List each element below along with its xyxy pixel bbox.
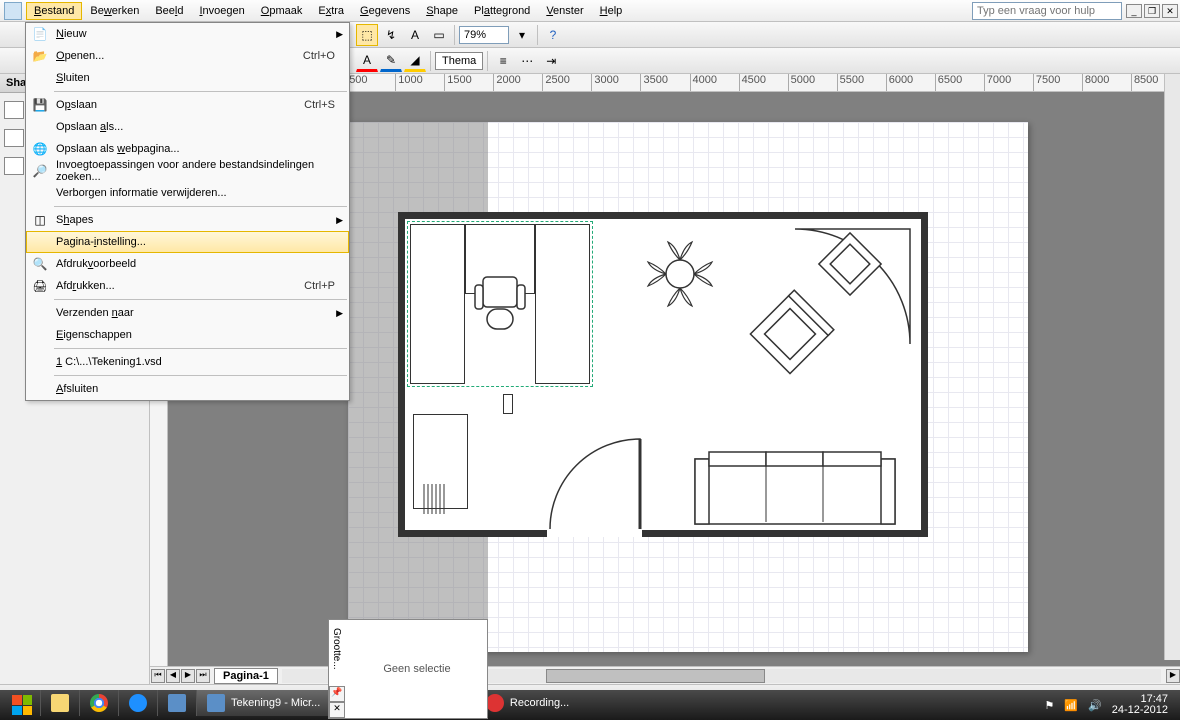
desk-right[interactable] bbox=[535, 224, 590, 384]
menu-item-afsluiten[interactable]: Afsluiten bbox=[26, 378, 349, 400]
room-outline[interactable] bbox=[398, 212, 928, 537]
door-shape[interactable] bbox=[545, 434, 645, 534]
font-color-button[interactable]: A bbox=[356, 50, 378, 72]
office-chair-shape[interactable] bbox=[473, 267, 527, 337]
fill-color-button[interactable]: ◢ bbox=[404, 50, 426, 72]
size-panel-pin-button[interactable]: 📌 bbox=[329, 686, 345, 702]
menu-plattegrond[interactable]: Plattegrond bbox=[466, 2, 538, 20]
taskbar-item[interactable] bbox=[157, 690, 196, 716]
menu-item-nieuw[interactable]: 📄Nieuw▶ bbox=[26, 23, 349, 45]
menu-opmaak[interactable]: Opmaak bbox=[253, 2, 311, 20]
taskbar-item[interactable]: Recording... bbox=[475, 690, 579, 716]
first-page-button[interactable]: ⏮ bbox=[151, 669, 165, 683]
windows-taskbar: Tekening9 - Micr...Camtasia Studio - ...… bbox=[0, 690, 1180, 720]
menu-extra[interactable]: Extra bbox=[310, 2, 352, 20]
desk-left[interactable] bbox=[410, 224, 465, 384]
menu-help[interactable]: Help bbox=[592, 2, 631, 20]
text-tool-button[interactable]: A bbox=[404, 24, 426, 46]
scroll-right-button[interactable]: ▶ bbox=[1166, 669, 1180, 683]
menu-item-opslaan[interactable]: 💾OpslaanCtrl+S bbox=[26, 94, 349, 116]
restore-button[interactable]: ❐ bbox=[1144, 4, 1160, 18]
start-button[interactable] bbox=[4, 692, 40, 718]
menu-beeld[interactable]: Beeld bbox=[147, 2, 191, 20]
rectangle-tool-button[interactable]: ▭ bbox=[428, 24, 450, 46]
theme-selector[interactable]: Thema bbox=[435, 52, 483, 70]
zoom-input[interactable]: 79% bbox=[459, 26, 509, 44]
menu-item-afdrukvoorbeeld[interactable]: 🔍Afdrukvoorbeeld bbox=[26, 253, 349, 275]
menu-item-pagina-instelling-[interactable]: Pagina-instelling... bbox=[26, 231, 349, 253]
menu-item-1-c-tekening1-vsd[interactable]: 1 C:\...\Tekening1.vsd bbox=[26, 351, 349, 373]
prev-page-button[interactable]: ◀ bbox=[166, 669, 180, 683]
menu-bestand[interactable]: Bestand bbox=[26, 2, 82, 20]
menu-item-opslaan-als-webpagina-[interactable]: 🌐Opslaan als webpagina... bbox=[26, 138, 349, 160]
size-panel-close-button[interactable]: ✕ bbox=[329, 702, 345, 718]
door-opening bbox=[547, 530, 642, 537]
menu-item-opslaan-als-[interactable]: Opslaan als... bbox=[26, 116, 349, 138]
zoom-dropdown-button[interactable]: ▾ bbox=[511, 24, 533, 46]
taskbar-item[interactable] bbox=[79, 690, 118, 716]
menu-item-afdrukken-[interactable]: 🖨Afdrukken...Ctrl+P bbox=[26, 275, 349, 297]
size-panel-body: Geen selectie bbox=[347, 620, 487, 718]
menu-item-verzenden-naar[interactable]: Verzenden naar▶ bbox=[26, 302, 349, 324]
sofa-shape[interactable] bbox=[690, 444, 900, 529]
size-position-panel[interactable]: Grootte... Geen selectie 📌 ✕ bbox=[328, 619, 488, 719]
menu-bewerken[interactable]: Bewerken bbox=[82, 2, 147, 20]
help-button[interactable]: ? bbox=[542, 24, 564, 46]
page-tab[interactable]: Pagina-1 bbox=[214, 668, 278, 684]
system-tray[interactable]: ⚑ 📶 🔊 17:47 24-12-2012 bbox=[1044, 694, 1176, 716]
page-tabs-bar: ⏮ ◀ ▶ ⏭ Pagina-1 ▶ bbox=[150, 666, 1180, 684]
tray-clock[interactable]: 17:47 24-12-2012 bbox=[1112, 694, 1168, 716]
taskbar-item[interactable] bbox=[118, 690, 157, 716]
last-page-button[interactable]: ⏭ bbox=[196, 669, 210, 683]
vertical-scrollbar[interactable] bbox=[1164, 74, 1180, 660]
line-weight-button[interactable]: ≡ bbox=[492, 50, 514, 72]
column-shape[interactable] bbox=[503, 394, 513, 414]
plant-shape[interactable] bbox=[640, 234, 720, 314]
menu-item-openen-[interactable]: 📂Openen...Ctrl+O bbox=[26, 45, 349, 67]
tray-flag-icon[interactable]: ⚑ bbox=[1044, 699, 1054, 712]
menu-item-shapes[interactable]: ◫Shapes▶ bbox=[26, 209, 349, 231]
tray-volume-icon[interactable]: 🔊 bbox=[1088, 699, 1102, 712]
menu-item-sluiten[interactable]: Sluiten bbox=[26, 67, 349, 89]
radiator-shape[interactable] bbox=[420, 484, 460, 524]
pointer-tool-button[interactable]: ⬚ bbox=[356, 24, 378, 46]
taskbar-item[interactable] bbox=[40, 690, 79, 716]
app-icon bbox=[4, 2, 22, 20]
menubar: BestandBewerkenBeeldInvoegenOpmaakExtraG… bbox=[0, 0, 1180, 22]
menu-item-verborgen-informatie-verw[interactable]: Verborgen informatie verwijderen... bbox=[26, 182, 349, 204]
next-page-button[interactable]: ▶ bbox=[181, 669, 195, 683]
menu-invoegen[interactable]: Invoegen bbox=[191, 2, 252, 20]
menu-item-invoegtoepassingen-voor-a[interactable]: 🔎Invoegtoepassingen voor andere bestands… bbox=[26, 160, 349, 182]
file-menu-dropdown: 📄Nieuw▶📂Openen...Ctrl+OSluiten 💾OpslaanCt… bbox=[25, 22, 350, 401]
size-panel-title: Grootte... bbox=[331, 628, 342, 688]
connector-tool-button[interactable]: ↯ bbox=[380, 24, 402, 46]
line-ends-button[interactable]: ⇥ bbox=[540, 50, 562, 72]
close-button[interactable]: ✕ bbox=[1162, 4, 1178, 18]
tray-network-icon[interactable]: 📶 bbox=[1064, 699, 1078, 712]
help-search-input[interactable] bbox=[972, 2, 1122, 20]
menu-gegevens[interactable]: Gegevens bbox=[352, 2, 418, 20]
line-pattern-button[interactable]: ⋯ bbox=[516, 50, 538, 72]
minimize-button[interactable]: _ bbox=[1126, 4, 1142, 18]
menu-venster[interactable]: Venster bbox=[538, 2, 591, 20]
corner-seating-shape[interactable] bbox=[735, 224, 915, 404]
menu-shape[interactable]: Shape bbox=[418, 2, 466, 20]
taskbar-item[interactable]: Tekening9 - Micr... bbox=[196, 690, 330, 716]
line-color-button[interactable]: ✎ bbox=[380, 50, 402, 72]
menu-item-eigenschappen[interactable]: Eigenschappen bbox=[26, 324, 349, 346]
